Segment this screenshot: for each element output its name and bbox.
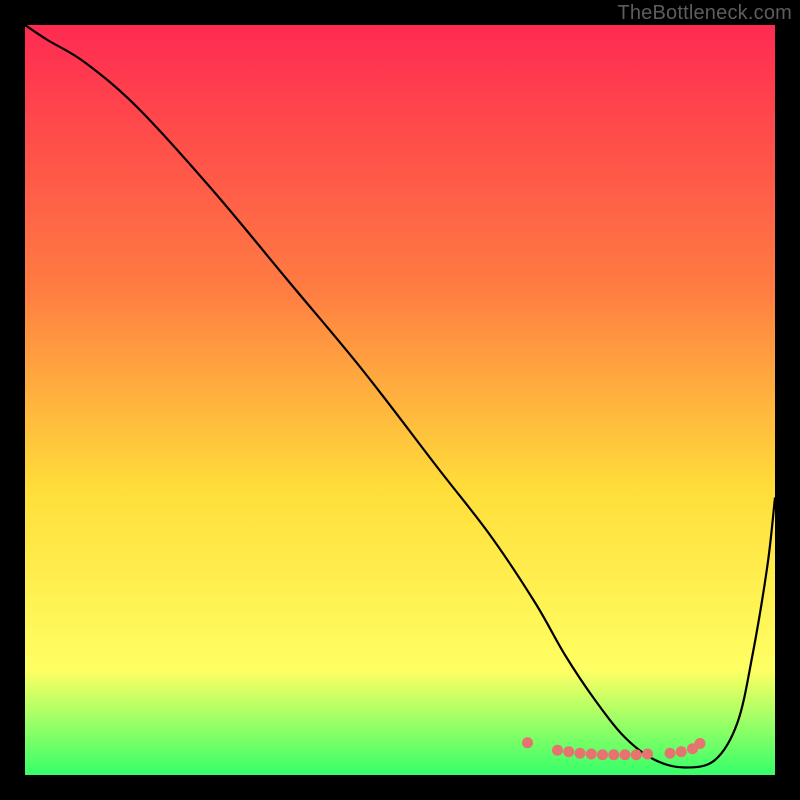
highlight-dot (563, 746, 574, 757)
chart-frame: TheBottleneck.com (0, 0, 800, 800)
highlight-dot (522, 737, 533, 748)
highlight-dot (608, 749, 619, 760)
highlight-dot (620, 749, 631, 760)
highlight-dot (631, 749, 642, 760)
watermark-text: TheBottleneck.com (617, 2, 792, 25)
chart-plot-area (25, 25, 775, 775)
highlight-dot (575, 748, 586, 759)
chart-svg (25, 25, 775, 775)
highlight-dot (586, 749, 597, 760)
highlight-dot (597, 749, 608, 760)
highlight-dot (552, 745, 563, 756)
highlight-dot (676, 746, 687, 757)
highlight-dot (642, 749, 653, 760)
highlight-dot (665, 748, 676, 759)
gradient-background (25, 25, 775, 775)
highlight-dot (695, 738, 706, 749)
